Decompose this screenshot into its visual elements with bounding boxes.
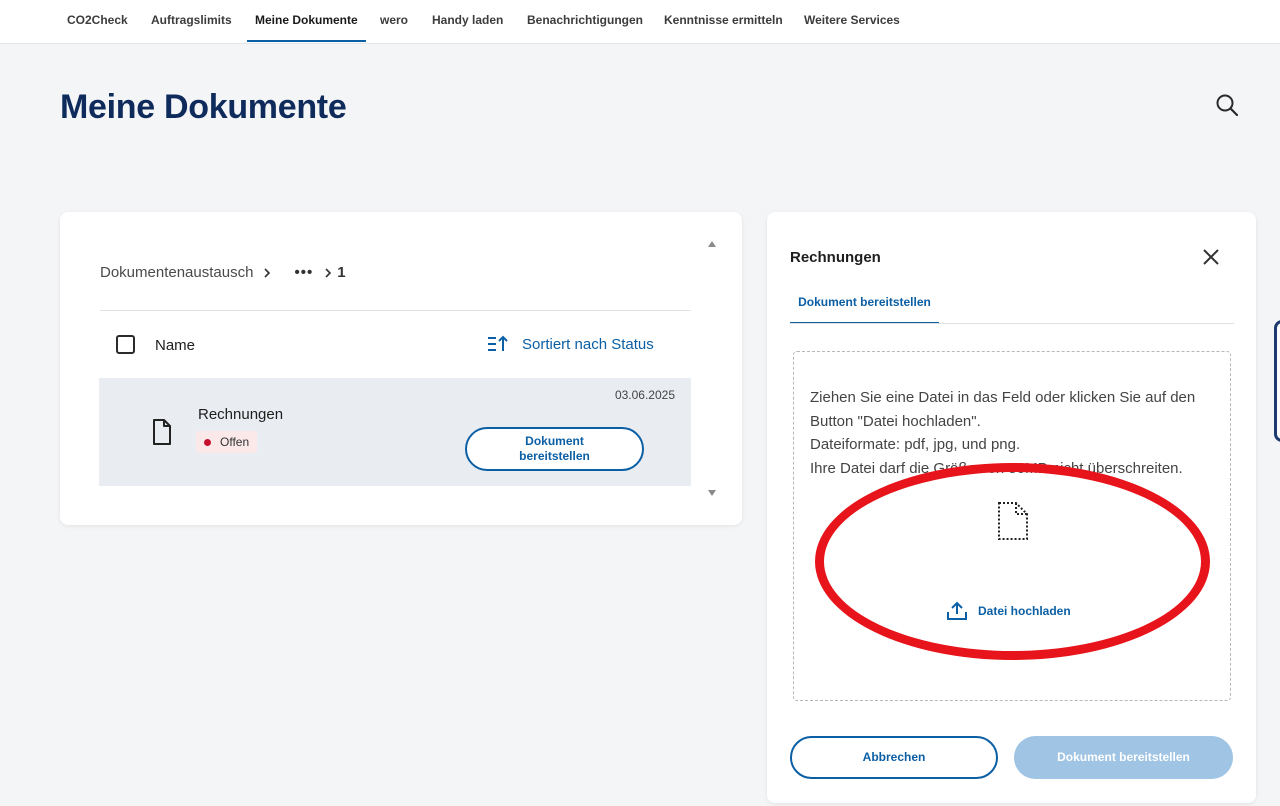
search-icon xyxy=(1216,94,1239,117)
column-header-name: Name xyxy=(155,337,196,354)
tab-meine-dokumente[interactable]: Meine Dokumente xyxy=(247,0,366,44)
top-navigation: CO2Check Auftragslimits Meine Dokumente … xyxy=(0,0,1280,44)
status-dot-icon xyxy=(204,438,211,446)
status-label: Offen xyxy=(220,435,250,449)
sort-label: Sortiert nach Status xyxy=(522,335,654,353)
scroll-down-arrow-icon[interactable] xyxy=(708,490,716,496)
scroll-up-arrow-icon[interactable] xyxy=(708,241,716,247)
submit-document-button[interactable]: Dokument bereitstellen xyxy=(1014,736,1233,779)
tab-auftragslimits[interactable]: Auftragslimits xyxy=(151,0,232,44)
file-dropzone[interactable]: Ziehen Sie eine Datei in das Feld oder k… xyxy=(793,351,1231,701)
document-icon xyxy=(153,419,171,445)
dropzone-instructions: Ziehen Sie eine Datei in das Feld oder k… xyxy=(810,386,1215,480)
provide-document-label-line2: bereitstellen xyxy=(519,449,590,463)
upload-icon xyxy=(947,601,967,620)
breadcrumb-current: 1 xyxy=(337,264,346,281)
row-date: 03.06.2025 xyxy=(614,388,675,402)
page-title: Meine Dokumente xyxy=(60,88,347,126)
breadcrumb-root[interactable]: Dokumentenaustausch xyxy=(100,264,253,281)
file-placeholder-icon xyxy=(998,502,1028,540)
tab-wero[interactable]: wero xyxy=(380,0,408,44)
provide-document-button[interactable]: Dokument bereitstellen xyxy=(465,427,644,471)
dropzone-line: Ziehen Sie eine Datei in das Feld oder k… xyxy=(810,389,1196,430)
tab-divider xyxy=(790,323,1234,324)
tab-provide-document[interactable]: Dokument bereitstellen xyxy=(790,288,939,324)
close-icon xyxy=(1203,249,1219,265)
upload-file-button[interactable]: Datei hochladen xyxy=(946,601,1071,621)
edge-feedback-widget[interactable] xyxy=(1274,320,1280,442)
row-title[interactable]: Rechnungen xyxy=(198,406,283,423)
panel-title: Rechnungen xyxy=(790,249,881,266)
close-button[interactable] xyxy=(1201,247,1221,267)
dropzone-line: Dateiformate: pdf, jpg, und png. xyxy=(810,436,1021,453)
breadcrumb: Dokumentenaustausch ••• 1 xyxy=(100,264,346,281)
upload-side-panel: Rechnungen Dokument bereitstellen Ziehen… xyxy=(767,212,1256,803)
tab-benachrichtigungen[interactable]: Benachrichtigungen xyxy=(527,0,643,44)
search-button[interactable] xyxy=(1212,90,1242,120)
sort-icon xyxy=(488,335,508,351)
tab-co2check[interactable]: CO2Check xyxy=(67,0,128,44)
tab-handy-laden[interactable]: Handy laden xyxy=(432,0,503,44)
divider xyxy=(100,310,691,311)
chevron-right-icon xyxy=(325,267,332,278)
sort-button[interactable]: Sortiert nach Status xyxy=(486,334,654,354)
status-badge: Offen xyxy=(196,431,258,453)
tab-kenntnisse-ermitteln[interactable]: Kenntnisse ermitteln xyxy=(664,0,783,44)
table-row[interactable]: 03.06.2025 Rechnungen Offen Dokument ber… xyxy=(99,378,691,486)
dropzone-line: Ihre Datei darf die Größe von 50MB nicht… xyxy=(810,459,1183,477)
cancel-button[interactable]: Abbrechen xyxy=(790,736,998,779)
provide-document-label-line1: Dokument xyxy=(525,434,584,448)
breadcrumb-ellipsis[interactable]: ••• xyxy=(294,264,313,281)
document-list-card: Dokumentenaustausch ••• 1 Name Sortiert … xyxy=(60,212,742,525)
upload-file-label: Datei hochladen xyxy=(978,604,1071,618)
chevron-right-icon xyxy=(264,267,271,278)
select-all-checkbox[interactable] xyxy=(116,335,135,354)
tab-weitere-services[interactable]: Weitere Services xyxy=(804,0,900,44)
